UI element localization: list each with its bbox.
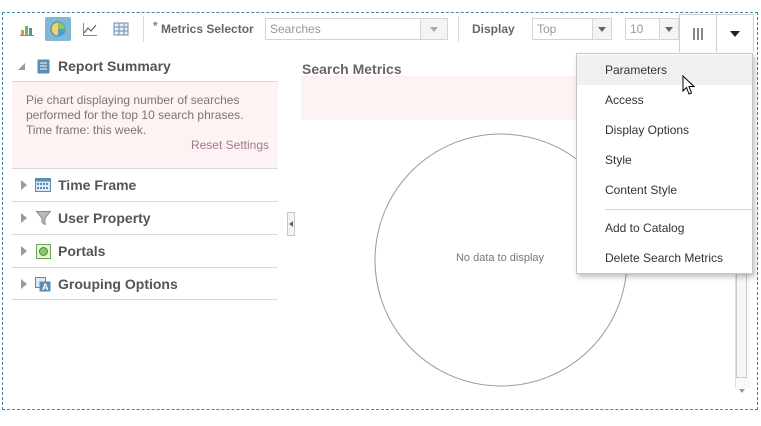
section-label: Grouping Options (58, 276, 178, 292)
page-title: Search Metrics (302, 61, 402, 77)
portal-icon (35, 243, 51, 259)
menu-item-access[interactable]: Access (577, 85, 752, 115)
mouse-cursor-icon (682, 75, 696, 95)
chevron-left-icon (289, 221, 293, 227)
summary-text: Pie chart displaying number of searches … (26, 93, 244, 137)
table-icon[interactable] (108, 17, 134, 41)
menu-item-style[interactable]: Style (577, 145, 752, 175)
toolbar-separator (143, 16, 144, 42)
line-chart-icon[interactable] (77, 17, 103, 41)
panel-toggle-button[interactable] (679, 14, 717, 52)
header-banner (301, 76, 586, 120)
count-select[interactable]: 10 (625, 18, 679, 40)
columns-icon (693, 27, 703, 40)
scrollbar-thumb[interactable] (736, 270, 747, 378)
divider (12, 267, 278, 268)
section-portals[interactable]: Portals (12, 236, 278, 266)
required-mark: * (153, 19, 158, 33)
section-label: Time Frame (58, 177, 137, 193)
collapsed-triangle-icon (21, 213, 27, 223)
menu-toggle-button[interactable] (717, 14, 754, 52)
section-label: Report Summary (58, 58, 171, 74)
reset-settings-link[interactable]: Reset Settings (191, 138, 269, 152)
metrics-selector-label: * Metrics Selector (153, 19, 254, 36)
caret-down-icon (730, 30, 740, 37)
divider (12, 168, 278, 169)
menu-item-delete-search-metrics[interactable]: Delete Search Metrics (577, 243, 752, 273)
calendar-icon (35, 177, 51, 193)
collapsed-triangle-icon (21, 279, 27, 289)
no-data-message: No data to display (455, 252, 545, 264)
section-label: Portals (58, 243, 106, 259)
scroll-down-icon[interactable] (739, 389, 745, 393)
section-grouping-options[interactable]: A Grouping Options (12, 269, 278, 299)
svg-text:A: A (42, 282, 49, 292)
display-select[interactable]: Top (532, 18, 612, 40)
menu-separator (605, 209, 752, 210)
divider (12, 234, 278, 235)
toolbar-separator (458, 16, 459, 42)
menu-item-add-to-catalog[interactable]: Add to Catalog (577, 213, 752, 243)
filter-icon (35, 210, 51, 226)
chevron-down-icon[interactable] (659, 19, 678, 39)
grouping-icon: A (35, 276, 51, 292)
menu-item-parameters[interactable]: Parameters (577, 55, 752, 85)
section-user-property[interactable]: User Property (12, 203, 278, 233)
section-report-summary[interactable]: Report Summary (12, 51, 278, 81)
section-label: User Property (58, 210, 151, 226)
metrics-selector-label-text: Metrics Selector (161, 22, 254, 36)
menu-item-display-options[interactable]: Display Options (577, 115, 752, 145)
metrics-selector-value: Searches (270, 22, 321, 36)
display-value: Top (537, 22, 557, 36)
divider (12, 201, 278, 202)
document-icon (35, 58, 51, 74)
collapsed-triangle-icon (21, 180, 27, 190)
actions-menu: Parameters Access Display Options Style … (576, 53, 753, 274)
chevron-down-icon[interactable] (420, 19, 447, 39)
count-value: 10 (630, 22, 644, 36)
chevron-down-icon[interactable] (592, 19, 611, 39)
expanded-triangle-icon (18, 62, 25, 70)
collapsed-triangle-icon (21, 246, 27, 256)
display-label: Display (472, 22, 515, 36)
bar-chart-icon[interactable] (14, 17, 40, 41)
report-summary-box: Pie chart displaying number of searches … (12, 82, 278, 168)
divider (12, 299, 278, 300)
menu-item-content-style[interactable]: Content Style (577, 175, 752, 205)
section-time-frame[interactable]: Time Frame (12, 170, 278, 200)
pie-chart-icon[interactable] (45, 17, 71, 41)
metrics-selector-select[interactable]: Searches (265, 18, 448, 40)
panel-collapse-handle[interactable] (287, 212, 295, 236)
